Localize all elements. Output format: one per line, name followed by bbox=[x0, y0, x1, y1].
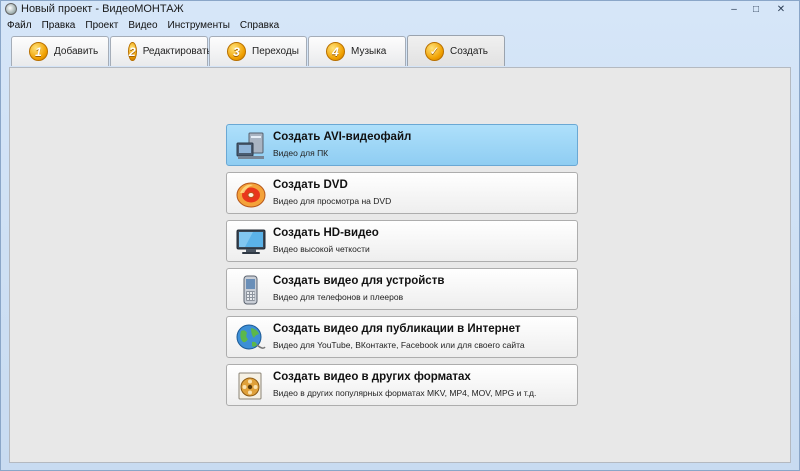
option-title: Создать видео в других форматах bbox=[273, 371, 471, 383]
maximize-button[interactable]: □ bbox=[745, 1, 767, 17]
tab-edit[interactable]: 2 Редактировать bbox=[110, 36, 212, 66]
option-title: Создать видео для устройств bbox=[273, 275, 445, 287]
menu-tools[interactable]: Инструменты bbox=[162, 18, 234, 34]
option-create-avi[interactable]: Создать AVI-видеофайл Видео для ПК bbox=[226, 124, 578, 166]
step-tabs: 1 Добавить 2 Редактировать 3 Переходы 4 … bbox=[11, 35, 506, 67]
globe-icon bbox=[236, 324, 266, 350]
tab-add[interactable]: 1 Добавить bbox=[11, 36, 109, 66]
film-reel-icon bbox=[238, 372, 262, 400]
option-create-hd[interactable]: Создать HD-видео Видео высокой четкости bbox=[226, 220, 578, 262]
tab-label: Переходы bbox=[252, 46, 299, 57]
monitor-icon bbox=[236, 229, 266, 254]
number-badge-icon: 1 bbox=[29, 42, 48, 61]
menu-edit[interactable]: Правка bbox=[36, 18, 80, 34]
option-title: Создать DVD bbox=[273, 179, 348, 191]
tab-music[interactable]: 4 Музыка bbox=[308, 36, 406, 66]
tab-label: Музыка bbox=[351, 46, 387, 57]
option-subtitle: Видео для YouTube, ВКонтакте, Facebook и… bbox=[273, 340, 525, 350]
tab-label: Редактировать bbox=[142, 46, 212, 57]
menu-project[interactable]: Проект bbox=[79, 18, 122, 34]
option-create-internet[interactable]: Создать видео для публикации в Интернет … bbox=[226, 316, 578, 358]
window-controls: ‒ □ ✕ bbox=[723, 1, 795, 18]
tab-transitions[interactable]: 3 Переходы bbox=[209, 36, 307, 66]
app-window: Новый проект - ВидеоМОНТАЖ ‒ □ ✕ Файл Пр… bbox=[0, 0, 800, 471]
option-title: Создать HD-видео bbox=[273, 227, 379, 239]
dvd-disc-icon bbox=[236, 182, 266, 208]
option-create-other-formats[interactable]: Создать видео в других форматах Видео в … bbox=[226, 364, 578, 406]
option-create-devices[interactable]: Создать видео для устройств Видео для те… bbox=[226, 268, 578, 310]
menu-bar: Файл Правка Проект Видео Инструменты Спр… bbox=[1, 18, 799, 34]
option-subtitle: Видео для ПК bbox=[273, 148, 329, 158]
option-subtitle: Видео высокой четкости bbox=[273, 244, 370, 254]
number-badge-icon: 2 bbox=[128, 42, 137, 61]
tab-label: Добавить bbox=[54, 46, 99, 57]
pc-video-icon bbox=[236, 132, 264, 159]
menu-help[interactable]: Справка bbox=[234, 18, 283, 34]
tab-create[interactable]: ✓ Создать bbox=[407, 35, 505, 66]
menu-video[interactable]: Видео bbox=[122, 18, 161, 34]
tab-label: Создать bbox=[450, 45, 489, 57]
option-subtitle: Видео для телефонов и плееров bbox=[273, 292, 404, 302]
mobile-phone-icon bbox=[243, 275, 258, 305]
option-create-dvd[interactable]: Создать DVD Видео для просмотра на DVD bbox=[226, 172, 578, 214]
menu-file[interactable]: Файл bbox=[1, 18, 36, 34]
title-bar[interactable]: Новый проект - ВидеоМОНТАЖ ‒ □ ✕ bbox=[1, 1, 799, 18]
app-logo-icon bbox=[5, 3, 17, 15]
option-subtitle: Видео в других популярных форматах MKV, … bbox=[273, 388, 537, 398]
minimize-button[interactable]: ‒ bbox=[723, 1, 745, 17]
checkmark-badge-icon: ✓ bbox=[425, 41, 444, 61]
window-title: Новый проект - ВидеоМОНТАЖ bbox=[21, 3, 184, 15]
option-title: Создать AVI-видеофайл bbox=[273, 131, 412, 143]
option-title: Создать видео для публикации в Интернет bbox=[273, 323, 521, 335]
number-badge-icon: 4 bbox=[326, 42, 345, 61]
create-panel: Создать AVI-видеофайл Видео для ПК Созда… bbox=[9, 67, 791, 463]
number-badge-icon: 3 bbox=[227, 42, 246, 61]
option-subtitle: Видео для просмотра на DVD bbox=[273, 196, 392, 206]
close-button[interactable]: ✕ bbox=[767, 1, 795, 17]
